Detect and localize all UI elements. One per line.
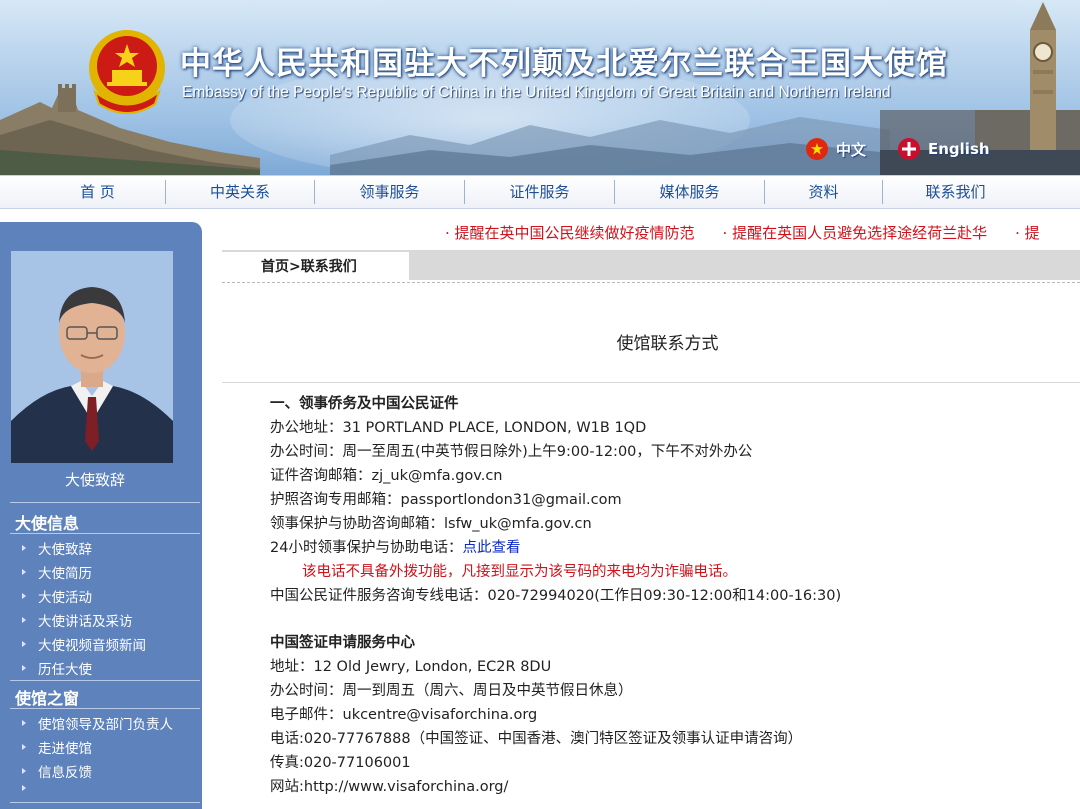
dotted-divider [222, 282, 1080, 283]
page-title: 使馆联系方式 [616, 334, 719, 354]
bullet-arrow-icon [22, 545, 26, 551]
breadcrumb-home-link[interactable]: 首页 [261, 259, 289, 275]
document-email: 证件咨询邮箱：zj_uk@mfa.gov.cn [270, 468, 503, 484]
visa-center-heading: 中国签证申请服务中心 [270, 635, 415, 651]
ticker-item[interactable]: · 提醒在英国人员避免选择途经荷兰赴华 [723, 224, 988, 242]
sidebar-item-more[interactable] [22, 785, 38, 791]
nav-media-services[interactable]: 媒体服务 [615, 176, 764, 208]
passport-email: 护照咨询专用邮箱：passportlondon31@gmail.com [270, 492, 622, 508]
breadcrumb-current: 联系我们 [300, 259, 357, 275]
sidebar-divider [10, 802, 200, 803]
embassy-title-english: Embassy of the People's Republic of Chin… [182, 84, 891, 101]
uk-flag-icon [898, 138, 920, 160]
sidebar-item-label: 走进使馆 [38, 741, 92, 757]
bullet-arrow-icon [22, 569, 26, 575]
great-wall-right-image [330, 117, 890, 175]
consular-hours: 办公时间：周一至周五(中英节假日除外)上午9:00-12:00，下午不对外办公 [270, 444, 753, 460]
sidebar-item-label: 大使讲话及采访 [38, 614, 133, 630]
visa-center-website[interactable]: 网站:http://www.visaforchina.org/ [270, 775, 508, 796]
nav-sino-uk-relations[interactable]: 中英关系 [166, 176, 314, 208]
ambassador-portrait[interactable] [11, 251, 173, 463]
language-english-link[interactable]: English [898, 138, 990, 160]
sidebar-item-former-ambassadors[interactable]: 历任大使 [22, 658, 92, 678]
nav-consular-services[interactable]: 领事服务 [315, 176, 464, 208]
sidebar-item-ambassador-activities[interactable]: 大使活动 [22, 586, 92, 606]
language-chinese-link[interactable]: 中文 [806, 138, 866, 160]
sidebar-section-ambassador-info: 大使信息 [15, 514, 80, 533]
nav-home[interactable]: 首 页 [30, 176, 165, 208]
language-english-label: English [928, 140, 990, 158]
bullet-arrow-icon [22, 785, 26, 791]
sidebar-item-label: 信息反馈 [38, 765, 92, 781]
sidebar-item-ambassador-speech[interactable]: 大使致辞 [22, 538, 92, 558]
embassy-title-chinese: 中华人民共和国驻大不列颠及北爱尔兰联合王国大使馆 [180, 46, 948, 82]
hotline-view-link[interactable]: 点此查看 [462, 540, 520, 556]
sidebar-item-speeches-interviews[interactable]: 大使讲话及采访 [22, 610, 133, 630]
sidebar-item-ambassador-bio[interactable]: 大使简历 [22, 562, 92, 582]
bullet-arrow-icon [22, 768, 26, 774]
ticker-item[interactable]: · 提 [1015, 224, 1040, 242]
service-hotline: 中国公民证件服务咨询专线电话：020-72994020(工作日09:30-12:… [270, 588, 842, 604]
header-banner: 中华人民共和国驻大不列颠及北爱尔兰联合王国大使馆 Embassy of the … [0, 0, 1080, 175]
protection-email: 领事保护与协助咨询邮箱：lsfw_uk@mfa.gov.cn [270, 516, 592, 532]
visa-center-phone: 电话:020-77767888（中国签证、中国香港、澳门特区签证及领事认证申请咨… [270, 731, 803, 747]
consular-heading: 一、领事侨务及中国公民证件 [270, 396, 459, 412]
language-chinese-label: 中文 [836, 140, 867, 159]
sidebar-item-label: 大使活动 [38, 590, 92, 606]
nav-resources[interactable]: 资料 [765, 176, 882, 208]
nav-contact-us[interactable]: 联系我们 [883, 176, 1028, 208]
main-nav: 首 页 中英关系 领事服务 证件服务 媒体服务 资料 联系我们 [0, 175, 1080, 209]
sidebar: 大使致辞 大使信息 大使致辞 大使简历 大使活动 大使讲话及采访 大使视频音频新… [0, 222, 202, 809]
breadcrumb-separator: > [289, 259, 301, 275]
breadcrumb: 首页>联系我们 [261, 256, 357, 276]
sidebar-item-label: 大使视频音频新闻 [38, 638, 146, 654]
china-flag-icon [806, 138, 828, 160]
bullet-arrow-icon [22, 641, 26, 647]
sidebar-section-embassy-window: 使馆之窗 [15, 689, 80, 708]
news-ticker: · 提醒在英中国公民继续做好疫情防范 · 提醒在英国人员避免选择途经荷兰赴华 · 提 [445, 222, 1080, 246]
sidebar-divider [10, 680, 200, 681]
sidebar-divider [10, 533, 200, 534]
sidebar-divider [10, 502, 200, 503]
bullet-arrow-icon [22, 593, 26, 599]
visa-center-email: 电子邮件：ukcentre@visaforchina.org [270, 707, 538, 723]
sidebar-item-embassy-leaders[interactable]: 使馆领导及部门负责人 [22, 713, 173, 733]
visa-center-address: 地址：12 Old Jewry, London, EC2R 8DU [270, 659, 552, 675]
hotline-label: 24小时领事保护与协助电话： [270, 540, 463, 556]
visa-center-fax: 传真:020-77106001 [270, 755, 411, 771]
nav-document-services[interactable]: 证件服务 [465, 176, 614, 208]
sidebar-item-label: 大使简历 [38, 566, 92, 582]
national-emblem-icon [89, 30, 165, 114]
sidebar-item-visit-embassy[interactable]: 走进使馆 [22, 737, 92, 757]
ambassador-caption[interactable]: 大使致辞 [0, 469, 190, 490]
ticker-item[interactable]: · 提醒在英中国公民继续做好疫情防范 [445, 224, 695, 242]
consular-address: 办公地址：31 PORTLAND PLACE, LONDON, W1B 1QD [270, 420, 647, 436]
bullet-arrow-icon [22, 720, 26, 726]
sidebar-divider [10, 708, 200, 709]
sidebar-item-feedback[interactable]: 信息反馈 [22, 761, 92, 781]
sidebar-item-label: 历任大使 [38, 662, 92, 678]
sidebar-item-label: 大使致辞 [38, 542, 92, 558]
bullet-arrow-icon [22, 665, 26, 671]
bullet-arrow-icon [22, 744, 26, 750]
hotline-line: 24小时领事保护与协助电话：点此查看 [270, 536, 520, 557]
bullet-arrow-icon [22, 617, 26, 623]
sidebar-item-label: 使馆领导及部门负责人 [38, 717, 173, 733]
visa-center-hours: 办公时间：周一到周五（周六、周日及中英节假日休息） [270, 683, 633, 699]
sidebar-item-video-audio-news[interactable]: 大使视频音频新闻 [22, 634, 146, 654]
fraud-warning: 该电话不具备外拨功能，凡接到显示为该号码的来电均为诈骗电话。 [302, 564, 737, 580]
title-divider [222, 382, 1080, 383]
